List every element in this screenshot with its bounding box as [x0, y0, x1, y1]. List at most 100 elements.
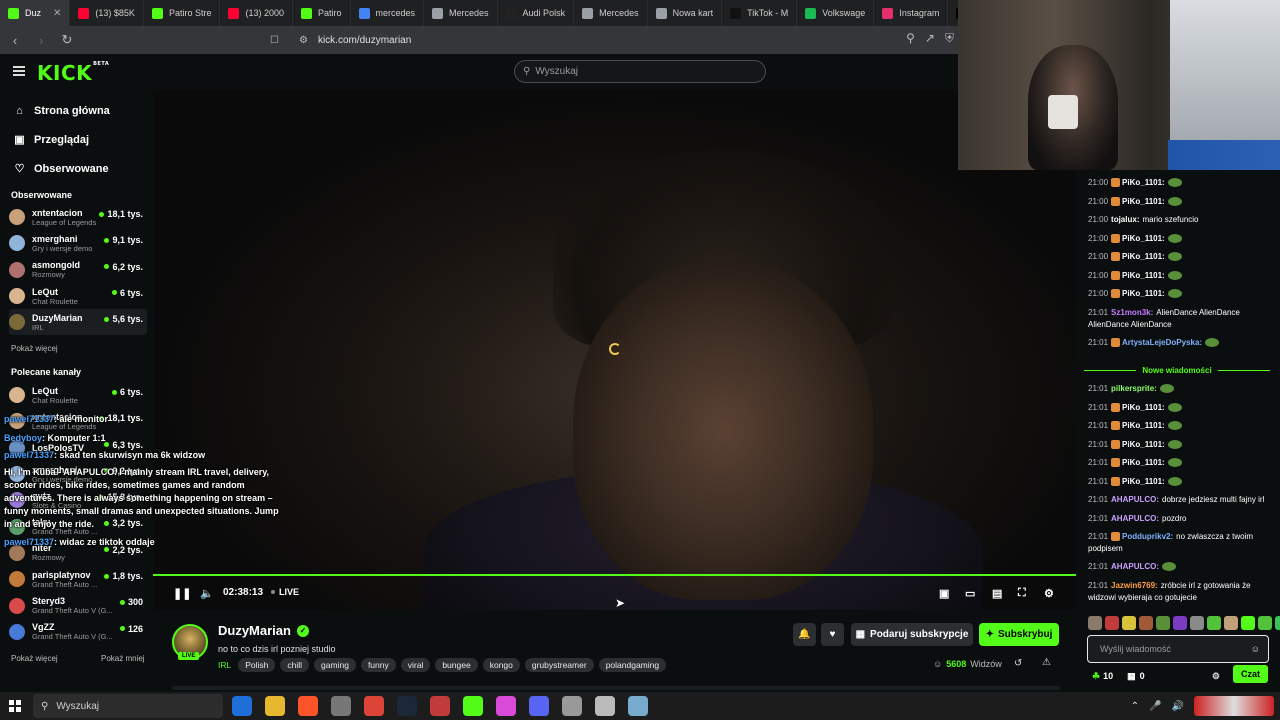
steam-icon[interactable] — [397, 696, 417, 716]
emote-icon[interactable] — [1275, 616, 1280, 630]
browser-tab[interactable]: Audi Polsk — [498, 0, 575, 26]
app-icon[interactable] — [628, 696, 648, 716]
follow-heart-button[interactable]: ♥ — [821, 623, 844, 646]
new-messages-divider[interactable]: Nowe wiadomości — [1084, 366, 1271, 375]
stream-tag[interactable]: grubystreamer — [524, 658, 594, 672]
url-field[interactable]: ☐ ⚙ kick.com/duzymarian — [270, 31, 411, 49]
recommended-show-less[interactable]: Pokaż mniej — [101, 654, 145, 663]
sidebar-channel[interactable]: DuzyMarian IRL 5,6 tys. — [9, 309, 147, 336]
discord-icon[interactable] — [529, 696, 549, 716]
kick-app-icon[interactable] — [463, 696, 483, 716]
sidebar-channel[interactable]: LeQut Chat Roulette 6 tys. — [9, 283, 147, 309]
emote-icon[interactable] — [1139, 616, 1153, 630]
edge-icon[interactable] — [232, 696, 252, 716]
emote-icon[interactable] — [1173, 616, 1187, 630]
fullscreen-icon[interactable]: ⛶ — [1018, 587, 1026, 600]
taskbar-search[interactable]: ⚲ Wyszukaj — [33, 694, 223, 718]
chat-username[interactable]: AHAPULCO: — [1111, 562, 1159, 571]
settings-icon[interactable]: ⚙ — [1044, 587, 1054, 600]
bookmark-icon[interactable]: ☐ — [270, 35, 279, 46]
miniplayer-icon[interactable]: ▣ — [939, 587, 949, 600]
menu-icon[interactable] — [13, 66, 25, 76]
chat-username[interactable]: PiKo_1101: — [1122, 458, 1165, 467]
chat-username[interactable]: PiKo_1101: — [1122, 477, 1165, 486]
report-icon[interactable]: ⚠ — [1042, 657, 1051, 668]
subscribe-button[interactable]: ✦ Subskrybuj — [979, 623, 1059, 646]
clip-icon[interactable]: ▤ — [992, 587, 1002, 600]
chat-username[interactable]: PiKo_1101: — [1122, 252, 1165, 261]
site-info-icon[interactable]: ⚙ — [299, 35, 308, 46]
chrome-icon[interactable] — [364, 696, 384, 716]
sidebar-channel[interactable]: xntentacion League of Legends 18,1 tys. — [9, 204, 147, 230]
chevron-up-icon[interactable]: ⌃ — [1131, 701, 1139, 712]
category-link[interactable]: IRL — [218, 660, 231, 670]
chat-settings-icon[interactable]: ⚙ — [1212, 671, 1220, 682]
emote-icon[interactable] — [1241, 616, 1255, 630]
share-icon[interactable]: ↺ — [1014, 658, 1022, 669]
chat-username[interactable]: Jazwin6769: — [1111, 581, 1158, 590]
sidebar-channel[interactable]: asmongold Rozmowy 6,2 tys. — [9, 257, 147, 283]
sidebar-nav-item[interactable]: ⌂ Strona główna — [14, 96, 110, 125]
points-icon[interactable]: ☘ — [1092, 671, 1100, 682]
chat-username[interactable]: PiKo_1101: — [1122, 197, 1165, 206]
browser-tab[interactable]: Volkswage — [797, 0, 875, 26]
notification-bell-icon[interactable]: 🔔 — [793, 623, 816, 646]
stream-tag[interactable]: funny — [360, 658, 396, 672]
stream-tag[interactable]: bungee — [435, 658, 478, 672]
chat-username[interactable]: tojalux: — [1111, 215, 1139, 224]
stream-tag[interactable]: polandgaming — [598, 658, 667, 672]
gift-icon[interactable]: ▦ — [1127, 671, 1136, 682]
windows-start-icon[interactable] — [9, 700, 21, 712]
chat-username[interactable]: pilkersprite: — [1111, 384, 1157, 393]
brave-shield-icon[interactable]: ⛨ — [945, 31, 954, 46]
video-progress-bar[interactable] — [153, 574, 1076, 576]
emote-icon[interactable] — [1207, 616, 1221, 630]
browser-tab[interactable]: Patiro Stre — [144, 0, 221, 26]
forward-icon[interactable]: › — [34, 33, 48, 48]
file-explorer-icon[interactable] — [265, 696, 285, 716]
gift-sub-button[interactable]: ▦ Podaruj subskrypcje — [851, 623, 973, 646]
browser-tab[interactable]: (13) $85K — [70, 0, 144, 26]
stream-tag[interactable]: viral — [400, 658, 431, 672]
volume-icon[interactable]: 🔈 — [200, 587, 214, 600]
sidebar-nav-item[interactable]: ♡ Obserwowane — [14, 154, 110, 183]
stream-tag[interactable]: gaming — [314, 658, 356, 672]
app-icon[interactable] — [331, 696, 351, 716]
search-input[interactable]: ⚲ Wyszukaj — [514, 60, 766, 83]
chat-username[interactable]: PiKo_1101: — [1122, 403, 1165, 412]
app-icon[interactable] — [562, 696, 582, 716]
browser-tab[interactable]: Nowa kart — [648, 0, 723, 26]
emote-icon[interactable] — [1190, 616, 1204, 630]
chat-send-button[interactable]: Czat — [1232, 665, 1268, 683]
chat-username[interactable]: PiKo_1101: — [1122, 421, 1165, 430]
followed-show-more[interactable]: Pokaż więcej — [11, 344, 58, 353]
live-indicator[interactable]: LIVE — [271, 587, 299, 597]
browser-tab[interactable]: (13) 2000 — [220, 0, 293, 26]
browser-tab[interactable]: Mercedes — [574, 0, 648, 26]
emote-icon[interactable] — [1224, 616, 1238, 630]
reload-icon[interactable]: ↻ — [60, 32, 74, 48]
theater-icon[interactable]: ▭ — [965, 587, 975, 600]
video-player[interactable] — [153, 90, 1076, 610]
chat-username[interactable]: PiKo_1101: — [1122, 234, 1165, 243]
close-tab-icon[interactable]: ✕ — [53, 8, 61, 19]
browser-tab[interactable]: TikTok - M — [722, 0, 798, 26]
chat-username[interactable]: PiKo_1101: — [1122, 440, 1165, 449]
stream-tag[interactable]: kongo — [482, 658, 520, 672]
emote-icon[interactable] — [1122, 616, 1136, 630]
chat-username[interactable]: PiKo_1101: — [1122, 178, 1165, 187]
recommended-show-more[interactable]: Pokaż więcej — [11, 654, 58, 663]
browser-tab[interactable]: Duz ✕ — [0, 0, 71, 26]
share-icon[interactable]: ↗ — [925, 31, 935, 46]
stream-tag[interactable]: chill — [280, 658, 310, 672]
browser-tab[interactable]: mercedes — [351, 0, 425, 26]
app-icon[interactable] — [595, 696, 615, 716]
volume-icon[interactable]: 🔊 — [1172, 701, 1184, 712]
emote-icon[interactable] — [1156, 616, 1170, 630]
chat-username[interactable]: Podduprikv2: — [1122, 532, 1173, 541]
chat-username[interactable]: ArtystaLejeDoPyska: — [1122, 338, 1202, 347]
kick-logo[interactable]: KICKBETA — [37, 61, 109, 85]
browser-tab[interactable]: Patiro — [293, 0, 351, 26]
emote-icon[interactable] — [1105, 616, 1119, 630]
sidebar-channel[interactable]: parisplatynov Grand Theft Auto ... 1,8 tys… — [9, 566, 147, 592]
